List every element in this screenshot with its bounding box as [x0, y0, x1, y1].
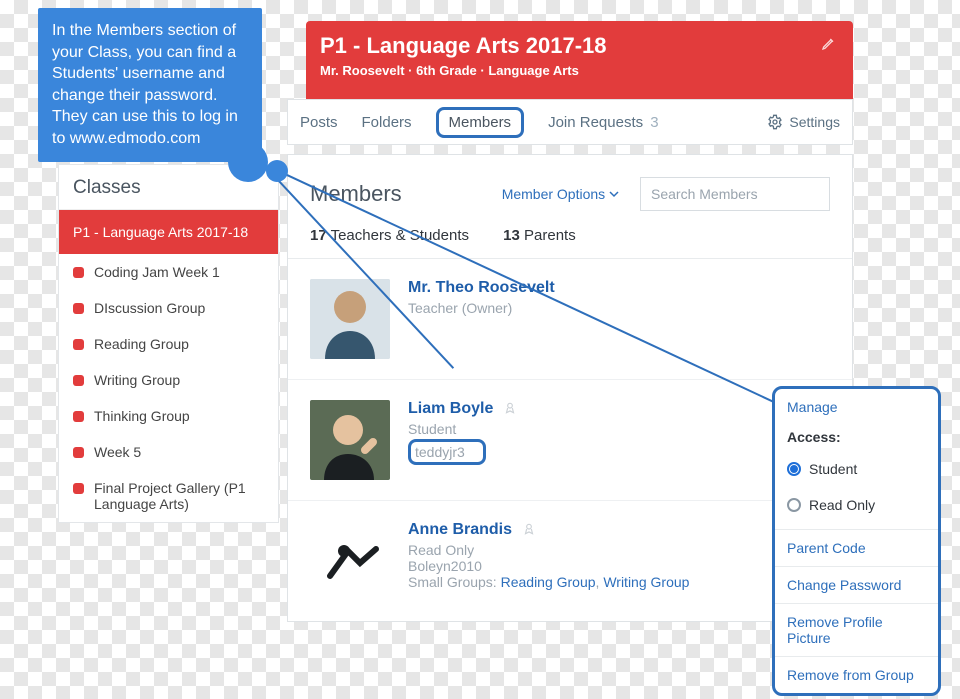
member-options-dropdown[interactable]: Member Options [502, 186, 619, 202]
gear-icon [767, 114, 783, 130]
small-groups: Small Groups: Reading Group, Writing Gro… [408, 574, 689, 590]
member-options-label: Member Options [502, 186, 605, 202]
member-name[interactable]: Liam Boyle [408, 400, 493, 418]
class-color-icon [73, 303, 84, 314]
class-color-icon [73, 375, 84, 386]
member-role: Read Only [408, 542, 474, 558]
sidebar-item-label: Coding Jam Week 1 [94, 264, 220, 280]
member-row: Anne Brandis Read Only Boleyn2010 Small … [288, 501, 852, 621]
radio-label: Read Only [809, 497, 875, 513]
parent-code-link[interactable]: Parent Code [775, 529, 938, 566]
sidebar-item[interactable]: Writing Group [59, 362, 278, 398]
radio-label: Student [809, 461, 857, 477]
sidebar-item-label: Thinking Group [94, 408, 190, 424]
tab-posts[interactable]: Posts [300, 114, 338, 131]
member-username: Boleyn2010 [408, 558, 482, 574]
member-username: teddyjr3 [408, 439, 486, 465]
avatar [310, 400, 390, 480]
edit-icon[interactable] [821, 35, 837, 54]
settings-label: Settings [789, 114, 840, 130]
small-group-link[interactable]: Reading Group [501, 574, 596, 590]
tab-join-requests-label: Join Requests [548, 114, 643, 131]
member-role: Teacher (Owner) [408, 300, 512, 316]
sidebar-item-label: P1 - Language Arts 2017-18 [73, 224, 248, 240]
sidebar-item-label: Reading Group [94, 336, 189, 352]
instruction-callout: In the Members section of your Class, yo… [38, 8, 262, 162]
small-groups-label: Small Groups: [408, 574, 501, 590]
sidebar-item[interactable]: Coding Jam Week 1 [59, 254, 278, 290]
sidebar-item-label: Final Project Gallery (P1 Language Arts) [94, 480, 264, 512]
class-title: P1 - Language Arts 2017-18 [320, 33, 839, 59]
access-label: Access: [775, 423, 938, 455]
member-role: Student [408, 421, 456, 437]
avatar [310, 521, 390, 601]
member-name[interactable]: Anne Brandis [408, 521, 512, 539]
sidebar-item-label: Writing Group [94, 372, 180, 388]
tab-join-requests[interactable]: Join Requests 3 [548, 114, 659, 131]
remove-from-group-link[interactable]: Remove from Group [775, 656, 938, 693]
search-members-input[interactable] [640, 177, 830, 211]
badge-icon [503, 401, 517, 418]
access-readonly-option[interactable]: Read Only [775, 491, 938, 529]
classes-sidebar: Classes P1 - Language Arts 2017-18 Codin… [58, 164, 279, 523]
teachers-students-label: Teachers & Students [327, 227, 469, 244]
badge-icon [522, 522, 536, 539]
change-password-link[interactable]: Change Password [775, 566, 938, 603]
class-color-icon [73, 267, 84, 278]
parents-label: Parents [520, 227, 576, 244]
class-color-icon [73, 447, 84, 458]
radio-selected-icon [787, 462, 801, 476]
radio-unselected-icon [787, 498, 801, 512]
tab-folders[interactable]: Folders [362, 114, 412, 131]
class-color-icon [73, 483, 84, 494]
sidebar-item-label: DIscussion Group [94, 300, 205, 316]
panel-title: Members [310, 181, 402, 207]
member-row: Mr. Theo Roosevelt Teacher (Owner) [288, 259, 852, 380]
sidebar-item[interactable]: Thinking Group [59, 398, 278, 434]
parents-count: 13 [503, 227, 520, 244]
class-tabs: Posts Folders Members Join Requests 3 Se… [287, 99, 853, 145]
sidebar-item[interactable]: Final Project Gallery (P1 Language Arts) [59, 470, 278, 522]
sidebar-item-label: Week 5 [94, 444, 141, 460]
tab-members[interactable]: Members [436, 107, 525, 138]
class-header: P1 - Language Arts 2017-18 Mr. Roosevelt… [306, 21, 853, 99]
sidebar-item[interactable]: Week 5 [59, 434, 278, 470]
access-student-option[interactable]: Student [775, 455, 938, 491]
manage-popover: Manage Access: Student Read Only Parent … [772, 386, 941, 696]
avatar [310, 279, 390, 359]
members-panel: Members Member Options 17 Teachers & Stu… [287, 154, 853, 622]
join-requests-count: 3 [650, 114, 658, 131]
sidebar-item[interactable]: Reading Group [59, 326, 278, 362]
class-subtitle: Mr. Roosevelt · 6th Grade · Language Art… [320, 63, 839, 78]
member-counts: 17 Teachers & Students 13 Parents [288, 217, 852, 259]
sidebar-item-active[interactable]: P1 - Language Arts 2017-18 [59, 210, 278, 254]
small-group-link[interactable]: Writing Group [603, 574, 689, 590]
chevron-down-icon [609, 189, 619, 199]
class-color-icon [73, 411, 84, 422]
class-color-icon [73, 339, 84, 350]
remove-picture-link[interactable]: Remove Profile Picture [775, 603, 938, 656]
tab-settings[interactable]: Settings [767, 114, 840, 130]
sidebar-item[interactable]: DIscussion Group [59, 290, 278, 326]
manage-title[interactable]: Manage [775, 389, 938, 423]
